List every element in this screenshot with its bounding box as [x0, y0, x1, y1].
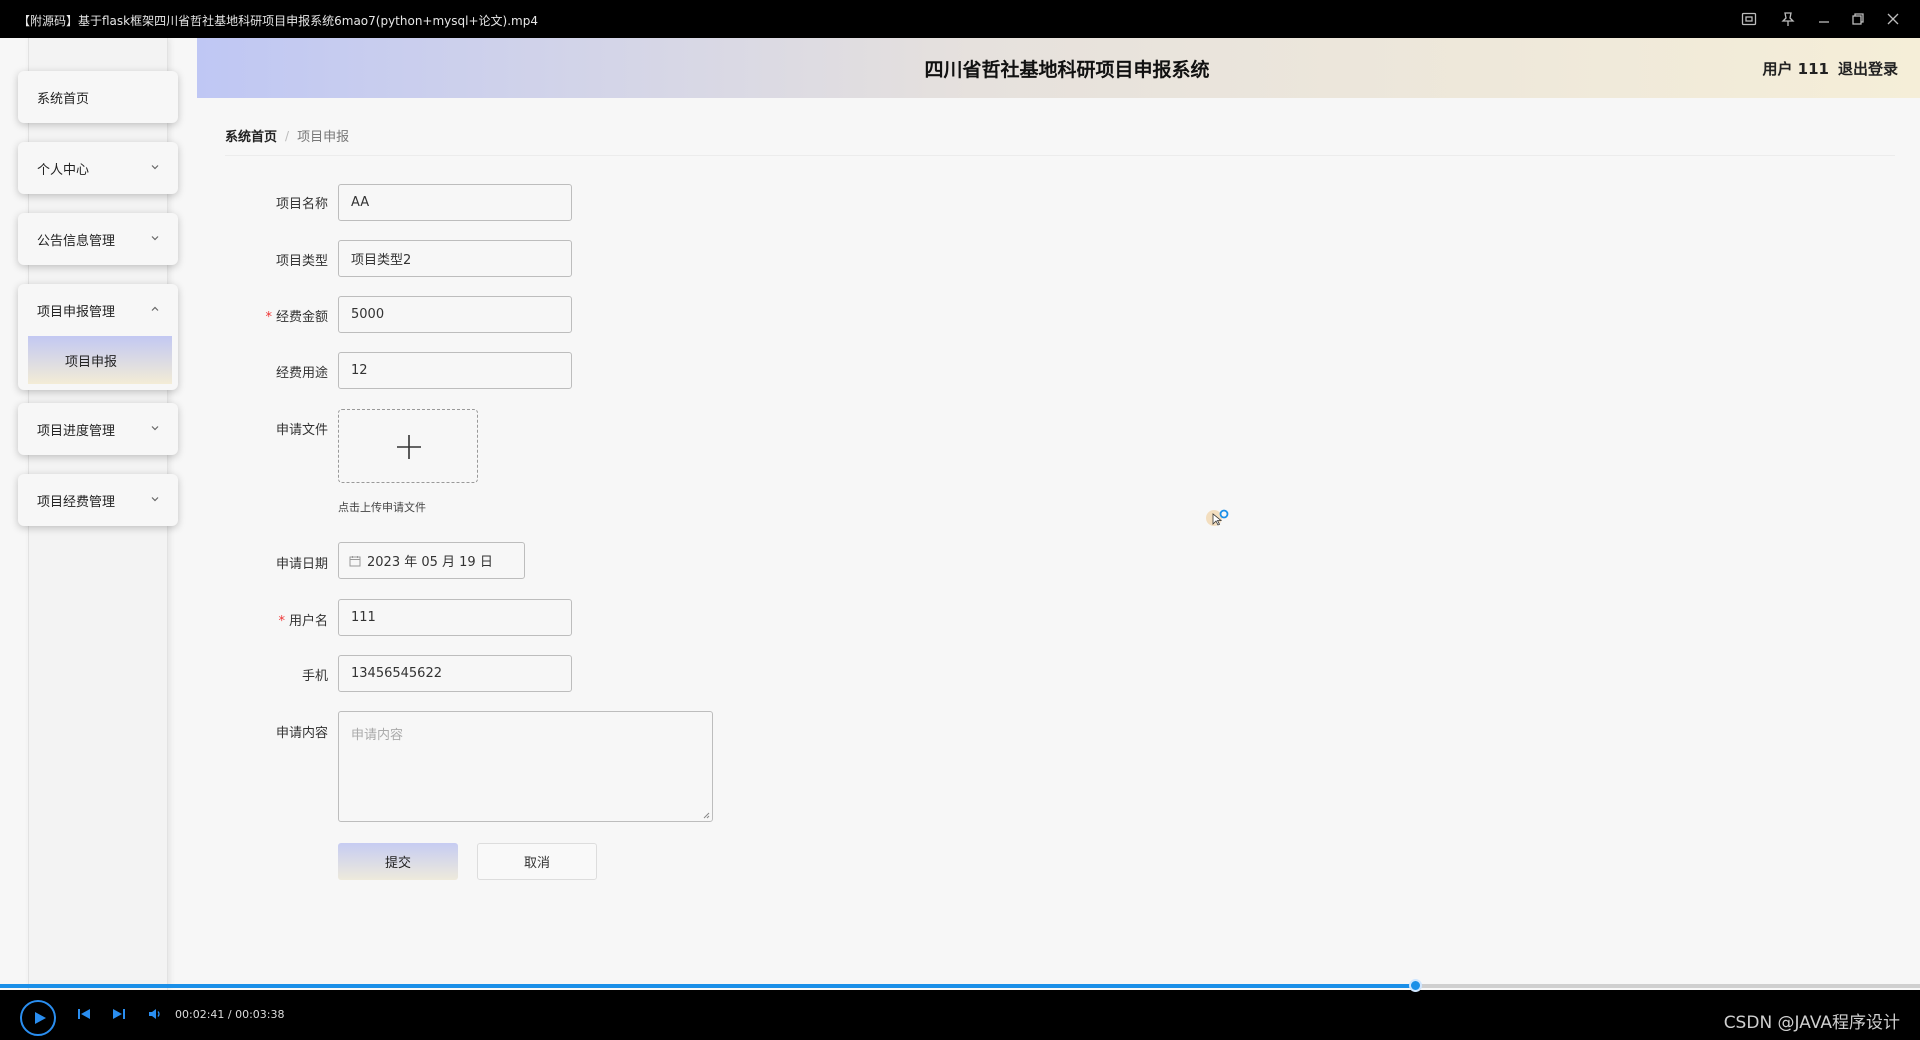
funding-usage-label-text: 经费用途 — [275, 366, 328, 381]
project-name-label: 项目名称 — [218, 193, 328, 212]
logout-button[interactable]: 退出登录 — [1838, 58, 1898, 79]
sidebar-item-project-funding-management-head[interactable]: 项目经费管理 — [18, 474, 178, 526]
screenshot-icon[interactable] — [1740, 10, 1758, 28]
play-button[interactable] — [20, 1000, 56, 1036]
sidebar-item-personal-center[interactable]: 个人中心 — [18, 142, 178, 194]
project-type-label-text: 项目类型 — [275, 254, 328, 269]
video-progress-handle[interactable] — [1409, 979, 1423, 992]
player-control-bar — [0, 1000, 1920, 1040]
breadcrumb: 系统首页 / 项目申报 — [225, 126, 350, 146]
sidebar-item-home[interactable]: 系统首页 — [18, 71, 178, 123]
sidebar-item-project-progress-management-head[interactable]: 项目进度管理 — [18, 403, 178, 455]
play-icon — [35, 1012, 46, 1024]
username-input[interactable]: 111 — [338, 599, 572, 636]
username-label-text: 用户名 — [288, 614, 328, 629]
video-frame: 系统首页 个人中心 公告信息管理 项目申报管理 项目申报 项目进度管理 项目经费… — [0, 38, 1920, 990]
sidebar-item-home-head[interactable]: 系统首页 — [18, 71, 178, 123]
funding-amount-input[interactable]: 5000 — [338, 296, 572, 333]
username-label: * 用户名 — [218, 610, 328, 629]
file-upload-button[interactable] — [338, 409, 478, 483]
volume-icon[interactable] — [147, 1006, 163, 1022]
window-title: 【附源码】基于flask框架四川省哲社基地科研项目申报系统6mao7(pytho… — [18, 14, 538, 28]
upload-hint: 点击上传申请文件 — [338, 501, 426, 514]
time-display: 00:02:41 / 00:03:38 — [175, 1008, 285, 1021]
submit-button[interactable]: 提交 — [338, 843, 458, 880]
funding-amount-label-text: 经费金额 — [275, 310, 328, 325]
application-file-label: 申请文件 — [218, 419, 328, 438]
chevron-down-icon — [150, 423, 160, 433]
sidebar-item-personal-center-head[interactable]: 个人中心 — [18, 142, 178, 194]
content-placeholder: 申请内容 — [351, 728, 404, 743]
sidebar-item-label: 系统首页 — [37, 91, 90, 107]
sidebar-item-project-funding-management[interactable]: 项目经费管理 — [18, 474, 178, 526]
pin-icon[interactable] — [1779, 10, 1797, 28]
cancel-button[interactable]: 取消 — [477, 843, 597, 880]
funding-usage-label: 经费用途 — [218, 362, 328, 381]
user-label: 用户 111 — [1762, 60, 1829, 78]
sidebar-item-notice-management-head[interactable]: 公告信息管理 — [18, 213, 178, 265]
resize-handle-icon[interactable] — [703, 812, 710, 819]
breadcrumb-separator: / — [285, 128, 290, 143]
close-icon[interactable] — [1884, 10, 1902, 28]
divider — [225, 155, 1895, 156]
breadcrumb-home[interactable]: 系统首页 — [225, 126, 277, 145]
chevron-down-icon — [150, 162, 160, 172]
required-mark: * — [278, 614, 285, 629]
sidebar-item-label: 项目进度管理 — [37, 423, 116, 439]
funding-usage-input[interactable]: 12 — [338, 352, 572, 389]
next-icon[interactable] — [111, 1006, 127, 1022]
required-mark: * — [265, 310, 272, 325]
plus-icon — [397, 435, 421, 459]
previous-icon[interactable] — [76, 1006, 92, 1022]
sidebar-item-notice-management[interactable]: 公告信息管理 — [18, 213, 178, 265]
application-date-label: 申请日期 — [218, 553, 328, 572]
sidebar-item-project-progress-management[interactable]: 项目进度管理 — [18, 403, 178, 455]
chevron-down-icon — [150, 494, 160, 504]
minimize-icon[interactable] — [1815, 10, 1833, 28]
project-type-label: 项目类型 — [218, 250, 328, 269]
application-date-picker[interactable]: 2023 年 05 月 19 日 — [338, 542, 525, 579]
app-header: 四川省哲社基地科研项目申报系统 用户 111 退出登录 — [197, 38, 1920, 98]
phone-input[interactable]: 13456545622 — [338, 655, 572, 692]
video-progress-bar[interactable] — [0, 979, 1920, 992]
application-date-value: 2023 年 05 月 19 日 — [367, 555, 493, 570]
sidebar-item-label: 公告信息管理 — [37, 233, 116, 249]
chevron-up-icon — [150, 304, 160, 314]
content-label: 申请内容 — [218, 722, 328, 741]
sidebar-item-label: 项目申报管理 — [37, 304, 116, 320]
system-title: 四川省哲社基地科研项目申报系统 — [924, 59, 1210, 81]
video-progress-fill — [0, 984, 1416, 988]
sidebar-item-label: 项目经费管理 — [37, 494, 116, 510]
project-name-label-text: 项目名称 — [275, 197, 328, 212]
application-date-label-text: 申请日期 — [275, 557, 328, 572]
sidebar-item-label: 个人中心 — [37, 162, 90, 178]
phone-label: 手机 — [218, 665, 328, 684]
breadcrumb-current: 项目申报 — [297, 130, 350, 145]
project-name-input[interactable]: AA — [338, 184, 572, 221]
project-type-input[interactable]: 项目类型2 — [338, 240, 572, 277]
sidebar-item-project-application-management-head[interactable]: 项目申报管理 — [18, 284, 178, 336]
funding-amount-label: * 经费金额 — [218, 306, 328, 325]
phone-label-text: 手机 — [301, 669, 328, 684]
content-textarea[interactable]: 申请内容 — [338, 711, 713, 822]
content-label-text: 申请内容 — [275, 726, 328, 741]
restore-icon[interactable] — [1849, 10, 1867, 28]
calendar-icon — [349, 555, 361, 567]
submenu-item-project-application[interactable]: 项目申报 — [28, 336, 172, 384]
mouse-cursor-icon — [1204, 506, 1230, 532]
sidebar-item-project-application-management[interactable]: 项目申报管理 项目申报 — [18, 284, 178, 390]
watermark: CSDN @JAVA程序设计 — [1723, 1013, 1900, 1033]
player-title-bar: 【附源码】基于flask框架四川省哲社基地科研项目申报系统6mao7(pytho… — [0, 0, 1920, 38]
chevron-down-icon — [150, 233, 160, 243]
application-file-label-text: 申请文件 — [275, 423, 328, 438]
